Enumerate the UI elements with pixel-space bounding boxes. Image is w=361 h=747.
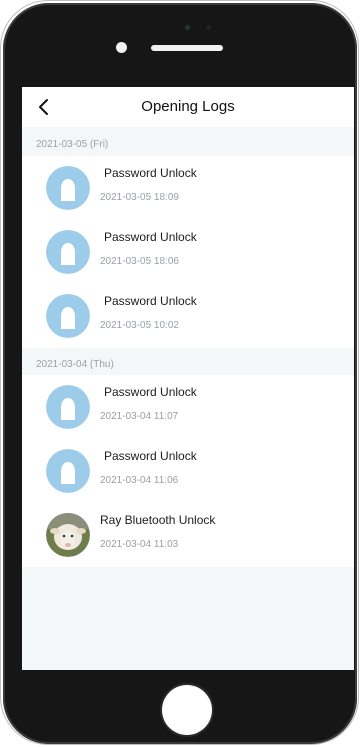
log-entry-time: 2021-03-04 11:03 bbox=[100, 539, 179, 550]
proximity-sensor bbox=[185, 25, 190, 30]
log-entry-title: Password Unlock bbox=[104, 230, 197, 244]
log-group: Password Unlock 2021-03-04 11:07 Passwor… bbox=[22, 375, 354, 567]
date-section-header: 2021-03-04 (Thu) bbox=[36, 359, 114, 370]
log-entry[interactable]: Ray Bluetooth Unlock 2021-03-04 11:03 bbox=[22, 503, 354, 567]
home-button[interactable] bbox=[162, 685, 212, 735]
ambient-sensor bbox=[206, 25, 211, 30]
log-entry[interactable]: Password Unlock 2021-03-05 18:06 bbox=[22, 220, 354, 284]
default-user-icon bbox=[46, 294, 90, 338]
log-entry[interactable]: Password Unlock 2021-03-05 18:09 bbox=[22, 156, 354, 220]
log-entry[interactable]: Password Unlock 2021-03-04 11:06 bbox=[22, 439, 354, 503]
default-user-icon bbox=[46, 230, 90, 274]
sheep-photo bbox=[46, 513, 90, 557]
log-entry-title: Password Unlock bbox=[104, 294, 197, 308]
earpiece-speaker bbox=[151, 45, 223, 51]
log-entry-time: 2021-03-04 11:07 bbox=[100, 411, 179, 422]
app-screen: Opening Logs 2021-03-05 (Fri) Password U… bbox=[22, 87, 354, 670]
log-entry-time: 2021-03-05 18:09 bbox=[100, 192, 179, 203]
default-user-icon bbox=[46, 385, 90, 429]
page-title: Opening Logs bbox=[141, 98, 235, 115]
log-entry-title: Password Unlock bbox=[104, 166, 197, 180]
default-user-icon bbox=[46, 166, 90, 210]
log-entry[interactable]: Password Unlock 2021-03-05 10:02 bbox=[22, 284, 354, 348]
log-entry-time: 2021-03-05 18:06 bbox=[100, 256, 179, 267]
phone-frame: Opening Logs 2021-03-05 (Fri) Password U… bbox=[3, 3, 357, 744]
default-user-icon bbox=[46, 449, 90, 493]
log-entry[interactable]: Password Unlock 2021-03-04 11:07 bbox=[22, 375, 354, 439]
front-camera bbox=[116, 42, 127, 53]
date-section-header: 2021-03-05 (Fri) bbox=[36, 139, 109, 150]
navigation-bar: Opening Logs bbox=[22, 87, 354, 127]
log-entry-time: 2021-03-04 11:06 bbox=[100, 475, 179, 486]
log-entry-title: Password Unlock bbox=[104, 449, 197, 463]
log-group: Password Unlock 2021-03-05 18:09 Passwor… bbox=[22, 156, 354, 348]
log-entry-time: 2021-03-05 10:02 bbox=[100, 320, 179, 331]
log-entry-title: Ray Bluetooth Unlock bbox=[100, 513, 216, 527]
log-entry-title: Password Unlock bbox=[104, 385, 197, 399]
